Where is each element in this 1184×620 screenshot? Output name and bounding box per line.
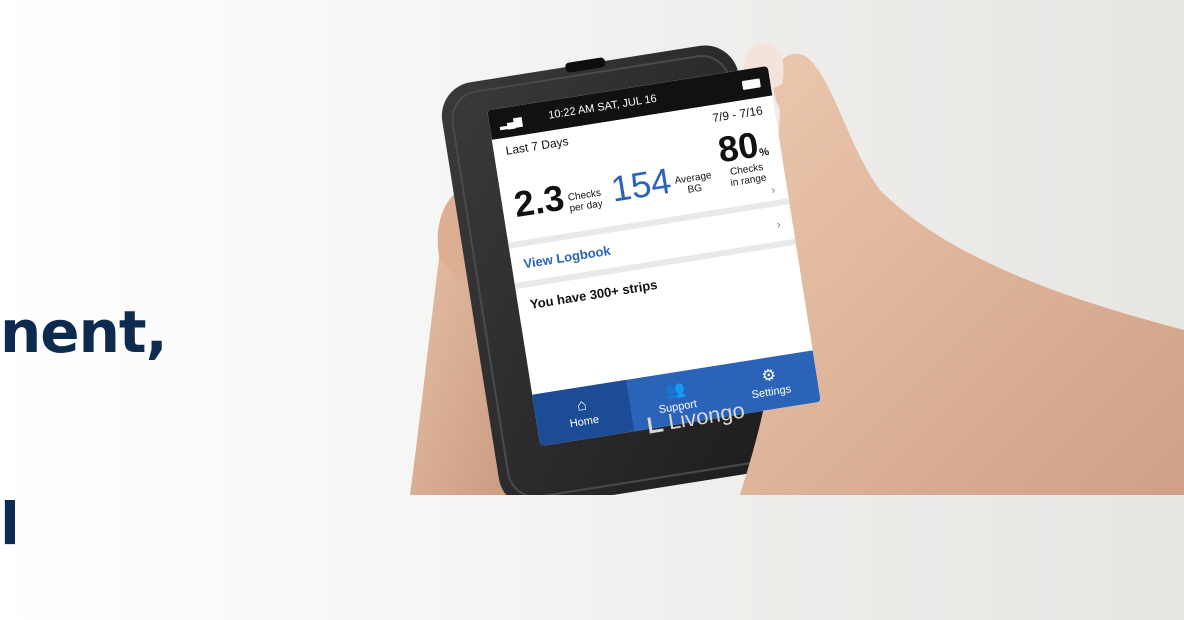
device-screen: ▂▄▆ 10:22 AM SAT, JUL 16 Last 7 Days 7/9… [487,65,821,447]
livongo-mark-icon [647,415,664,434]
signal-icon: ▂▄▆ [498,114,522,130]
support-icon: 👥 [664,380,687,401]
average-bg-value: 154 [608,159,674,210]
checks-in-range-stat: 80% Checks in range [715,123,771,190]
status-date: SAT, JUL 16 [596,92,658,114]
checks-per-day-value: 2.3 [511,176,567,225]
strips-label: You have 300+ strips [528,276,659,312]
period-label: Last 7 Days [504,134,570,158]
gear-icon: ⚙ [760,366,778,386]
headline-line-2: l [0,490,20,558]
right-hand [740,53,1184,495]
battery-icon [741,77,761,90]
view-logbook-label: View Logbook [522,242,612,272]
date-range: 7/9 - 7/16 [711,103,764,126]
chevron-right-icon: › [775,216,782,231]
home-icon: ⌂ [575,396,588,415]
